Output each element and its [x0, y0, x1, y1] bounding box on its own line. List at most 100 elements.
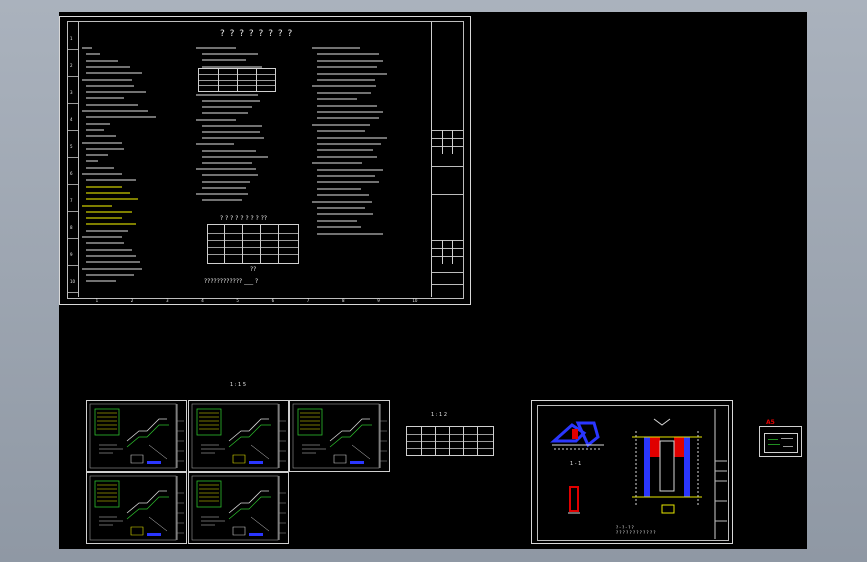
bottom-tick-label: 5	[236, 298, 239, 303]
note-line	[202, 124, 262, 127]
stair-drawing	[191, 475, 286, 541]
note-line	[82, 236, 122, 238]
side-index-strip: 1 2 3 4 5 6 7 8 9 10	[68, 22, 79, 297]
note-line	[317, 226, 361, 229]
note-line	[317, 175, 375, 177]
bottom-tick-label: 9	[377, 298, 380, 303]
bottom-tick-label: 8	[342, 298, 345, 303]
stair-detail-sheet[interactable]	[188, 472, 289, 544]
stair-drawing	[89, 403, 184, 469]
side-row-label: 10	[70, 278, 76, 284]
stair-drawing	[292, 403, 387, 469]
note-line	[86, 147, 124, 150]
side-row-label: 4	[70, 116, 73, 122]
thumbnail-stamp[interactable]: A5	[759, 419, 802, 457]
side-row-label: 7	[70, 197, 73, 203]
note-line	[202, 162, 252, 164]
note-line	[86, 103, 138, 106]
note-line	[317, 130, 365, 133]
note-line	[86, 179, 136, 182]
table-note: ??	[250, 266, 257, 273]
stair-drawing	[191, 403, 286, 469]
stair-detail-sheet[interactable]	[86, 400, 187, 472]
note-line	[317, 194, 369, 197]
section-plan-drawing	[550, 409, 727, 539]
note-line	[86, 59, 118, 62]
note-line	[86, 135, 116, 138]
note-line	[82, 47, 92, 49]
note-line	[86, 185, 122, 188]
small-table-sheet[interactable]	[406, 426, 494, 456]
note-line	[86, 65, 130, 68]
note-line	[86, 72, 142, 75]
note-line	[86, 273, 134, 276]
main-sheet-title: ? ? ? ? ? ? ? ?	[220, 29, 294, 39]
stair-detail-sheets[interactable]	[86, 400, 390, 545]
note-line	[317, 66, 377, 69]
note-line	[86, 91, 146, 94]
note-line	[86, 261, 140, 264]
side-row-label: 9	[70, 251, 73, 257]
bottom-tick-label: 10	[412, 298, 418, 303]
note-line	[317, 72, 387, 75]
note-line	[317, 98, 357, 101]
note-line	[317, 207, 365, 209]
note-line	[86, 254, 136, 257]
note-line	[202, 100, 260, 102]
note-line	[202, 174, 258, 177]
note-line	[317, 79, 375, 81]
table-caption: ? ? ? ? ? ? ? ? ??	[220, 215, 268, 222]
title-block	[431, 22, 463, 297]
note-line	[317, 181, 379, 184]
note-line	[317, 232, 383, 235]
note-line	[202, 59, 246, 62]
side-row-label: 8	[70, 224, 73, 230]
main-drawing-sheet[interactable]: 1 2 3 4 5 6 7 8 9 10 ? ? ? ? ? ? ? ? ? ?…	[59, 16, 471, 305]
note-line	[312, 162, 362, 165]
plan-caption-2: ? ? ? ? ? ? ? ? ? ? ? ?	[616, 530, 656, 535]
note-line	[86, 191, 130, 194]
note-line	[202, 155, 268, 158]
side-row-label: 5	[70, 143, 73, 149]
note-line	[202, 131, 260, 133]
stamp-frame	[764, 433, 798, 453]
note-line	[86, 84, 134, 87]
note-line	[202, 149, 256, 152]
note-line	[86, 97, 124, 100]
note-line	[202, 53, 258, 56]
note-line	[202, 137, 264, 140]
bottom-tick-label: 2	[130, 298, 134, 303]
note-line	[202, 186, 246, 189]
stair-detail-sheet[interactable]	[86, 472, 187, 544]
note-line	[317, 136, 387, 139]
note-line	[196, 93, 258, 96]
note-line	[86, 217, 122, 220]
note-line	[82, 78, 132, 81]
note-line	[82, 173, 122, 175]
note-line	[202, 180, 250, 183]
note-line	[317, 149, 373, 152]
note-line	[196, 143, 234, 146]
section-plan-sheet[interactable]: 1 - 1 ? - ? - ? ? ? ? ? ? ? ? ? ? ? ? ? …	[531, 400, 733, 544]
note-line	[86, 122, 110, 125]
column-detail	[568, 486, 580, 514]
side-row-label: 1	[70, 35, 73, 41]
spec-table-bottom	[207, 224, 299, 264]
note-line	[86, 229, 128, 232]
note-line	[317, 53, 379, 56]
stair-detail-sheet[interactable]	[289, 400, 390, 472]
footer-note: ???????????? ___ ?	[204, 278, 259, 285]
note-line	[86, 53, 100, 56]
section-label: 1 - 1	[570, 461, 582, 467]
note-line	[202, 112, 248, 115]
note-line	[86, 116, 156, 119]
note-line	[196, 193, 248, 195]
stair-detail-sheet[interactable]	[188, 400, 289, 472]
note-line	[82, 267, 142, 270]
small-sheet-scale-label: 1 : 1 2	[431, 412, 447, 418]
note-line	[86, 154, 108, 157]
note-line	[317, 219, 357, 222]
bottom-tick-label: 1	[95, 298, 99, 303]
bottom-grid-ticks: 1 2 3 4 5 6 7 8 9 10	[78, 298, 430, 304]
cad-model-space[interactable]: 1 2 3 4 5 6 7 8 9 10 ? ? ? ? ? ? ? ? ? ?…	[59, 12, 807, 549]
